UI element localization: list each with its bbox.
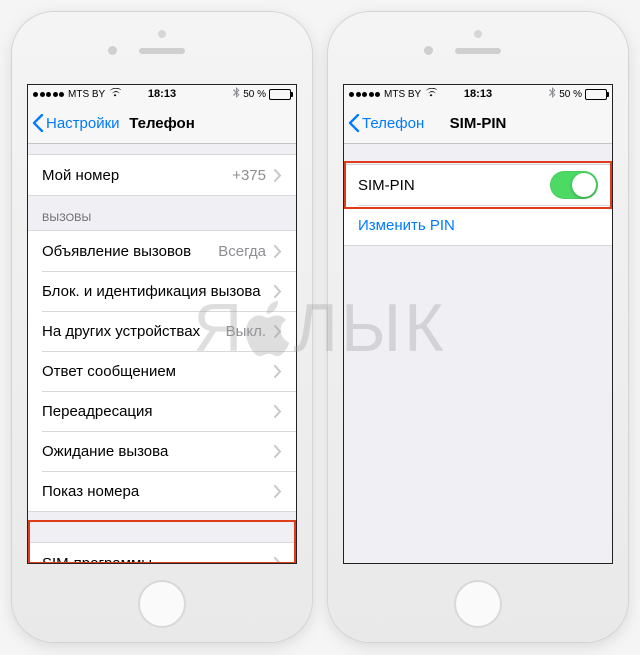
proximity-sensor-icon bbox=[474, 30, 482, 38]
iphone-device-right: MTS BY 18:13 50 % Телефон S bbox=[328, 12, 628, 642]
row-label: Блок. и идентификация вызова bbox=[42, 283, 261, 300]
page-title: SIM-PIN bbox=[450, 115, 507, 132]
front-camera-icon bbox=[108, 46, 117, 55]
status-bar: MTS BY 18:13 50 % bbox=[28, 85, 296, 103]
sim-pin-toggle[interactable] bbox=[550, 171, 598, 199]
clock-label: 18:13 bbox=[464, 88, 492, 100]
row-my-number[interactable]: Мой номер +375 bbox=[28, 155, 296, 195]
battery-percent: 50 % bbox=[559, 89, 582, 100]
nav-bar: Телефон SIM-PIN bbox=[344, 103, 612, 144]
chevron-right-icon bbox=[274, 405, 282, 418]
settings-list[interactable]: Мой номер +375 ВЫЗОВЫ Объявление вызовов… bbox=[28, 144, 296, 564]
bluetooth-icon bbox=[233, 87, 240, 101]
row-label: Показ номера bbox=[42, 483, 139, 500]
nav-bar: Настройки Телефон bbox=[28, 103, 296, 144]
chevron-right-icon bbox=[274, 365, 282, 378]
battery-icon bbox=[585, 89, 607, 100]
carrier-label: MTS BY bbox=[68, 89, 105, 100]
back-label: Настройки bbox=[46, 115, 120, 132]
row-label: SIM-PIN bbox=[358, 177, 415, 194]
row-value: Всегда bbox=[218, 243, 266, 260]
row-forwarding[interactable]: Переадресация bbox=[28, 391, 296, 431]
status-bar: MTS BY 18:13 50 % bbox=[344, 85, 612, 103]
row-value: Выкл. bbox=[226, 323, 266, 340]
chevron-right-icon bbox=[274, 245, 282, 258]
back-label: Телефон bbox=[362, 115, 424, 132]
proximity-sensor-icon bbox=[158, 30, 166, 38]
chevron-right-icon bbox=[274, 445, 282, 458]
settings-list[interactable]: SIM-PIN Изменить PIN bbox=[344, 144, 612, 564]
row-label: SIM-программы bbox=[42, 555, 152, 565]
chevron-right-icon bbox=[274, 557, 282, 565]
row-show-caller-id[interactable]: Показ номера bbox=[28, 471, 296, 511]
row-reply-message[interactable]: Ответ сообщением bbox=[28, 351, 296, 391]
section-header-calls: ВЫЗОВЫ bbox=[28, 196, 296, 230]
row-label: Мой номер bbox=[42, 167, 119, 184]
row-other-devices[interactable]: На других устройствах Выкл. bbox=[28, 311, 296, 351]
chevron-left-icon bbox=[32, 114, 44, 132]
row-call-waiting[interactable]: Ожидание вызова bbox=[28, 431, 296, 471]
back-button[interactable]: Настройки bbox=[28, 114, 120, 132]
wifi-icon bbox=[109, 88, 121, 100]
page-title: Телефон bbox=[129, 115, 195, 132]
front-camera-icon bbox=[424, 46, 433, 55]
row-label: Ожидание вызова bbox=[42, 443, 168, 460]
row-block-id[interactable]: Блок. и идентификация вызова bbox=[28, 271, 296, 311]
chevron-right-icon bbox=[274, 485, 282, 498]
home-button[interactable] bbox=[454, 580, 502, 628]
chevron-right-icon bbox=[274, 285, 282, 298]
row-call-announce[interactable]: Объявление вызовов Всегда bbox=[28, 231, 296, 271]
row-label: Ответ сообщением bbox=[42, 363, 176, 380]
earpiece-icon bbox=[139, 48, 185, 54]
row-value: +375 bbox=[232, 167, 266, 184]
row-sim-apps[interactable]: SIM-программы bbox=[28, 543, 296, 564]
toggle-knob-icon bbox=[572, 173, 596, 197]
row-label: На других устройствах bbox=[42, 323, 200, 340]
battery-percent: 50 % bbox=[243, 89, 266, 100]
row-label: Изменить PIN bbox=[358, 217, 455, 234]
row-sim-pin-toggle[interactable]: SIM-PIN bbox=[344, 165, 612, 205]
back-button[interactable]: Телефон bbox=[344, 114, 424, 132]
chevron-right-icon bbox=[274, 169, 282, 182]
wifi-icon bbox=[425, 88, 437, 100]
carrier-label: MTS BY bbox=[384, 89, 421, 100]
two-iphone-screenshots: Я ЛЫК MTS BY 18:13 bbox=[0, 0, 640, 655]
signal-dots-icon bbox=[349, 92, 380, 97]
bluetooth-icon bbox=[549, 87, 556, 101]
home-button[interactable] bbox=[138, 580, 186, 628]
row-change-pin[interactable]: Изменить PIN bbox=[344, 205, 612, 245]
battery-icon bbox=[269, 89, 291, 100]
chevron-right-icon bbox=[274, 325, 282, 338]
earpiece-icon bbox=[455, 48, 501, 54]
chevron-left-icon bbox=[348, 114, 360, 132]
screen-right: MTS BY 18:13 50 % Телефон S bbox=[343, 84, 613, 564]
row-label: Объявление вызовов bbox=[42, 243, 191, 260]
screen-left: MTS BY 18:13 50 % Настройки bbox=[27, 84, 297, 564]
row-label: Переадресация bbox=[42, 403, 153, 420]
clock-label: 18:13 bbox=[148, 88, 176, 100]
signal-dots-icon bbox=[33, 92, 64, 97]
iphone-device-left: MTS BY 18:13 50 % Настройки bbox=[12, 12, 312, 642]
